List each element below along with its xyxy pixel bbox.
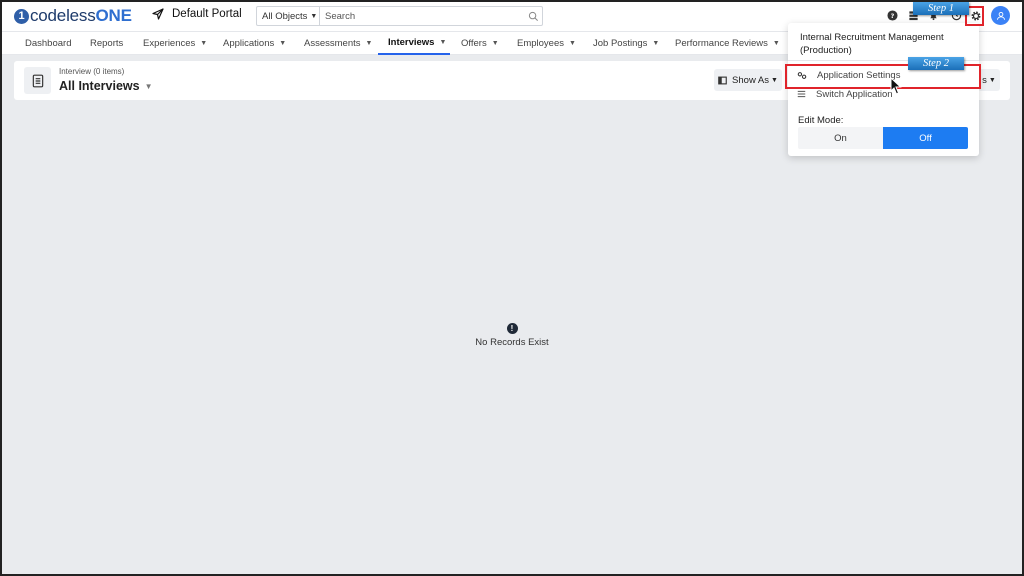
- chevron-down-icon: ▼: [439, 39, 447, 46]
- menu-lines-icon: [797, 90, 806, 98]
- chevron-down-icon: ▼: [279, 40, 287, 47]
- edit-mode-toggle: On Off: [798, 127, 968, 149]
- logo-text: codelessONE: [30, 6, 132, 25]
- chevron-down-icon: ▼: [652, 40, 660, 47]
- step1-label: Step 1: [913, 2, 969, 15]
- mouse-pointer-icon: [890, 77, 902, 95]
- step2-label: Step 2: [908, 57, 964, 70]
- list-view-icon: [24, 67, 51, 94]
- chevron-down-icon: ▼: [772, 40, 780, 47]
- search-icon[interactable]: [524, 11, 542, 22]
- view-title: All Interviews: [59, 79, 140, 93]
- search-scope-select[interactable]: All Objects ▼: [257, 7, 320, 25]
- nav-item-offers[interactable]: Offers ▼: [461, 32, 499, 55]
- paper-plane-icon: [152, 8, 164, 20]
- empty-state: ! No Records Exist: [412, 323, 612, 348]
- help-icon[interactable]: ?: [886, 9, 899, 22]
- chevron-down-icon: ▼: [491, 40, 499, 47]
- nav-item-job-postings[interactable]: Job Postings ▼: [593, 32, 659, 55]
- nav-item-applications[interactable]: Applications ▼: [223, 32, 286, 55]
- chevron-down-icon: ▼: [310, 12, 318, 20]
- nav-item-interviews[interactable]: Interviews ▼: [378, 32, 450, 55]
- nav-item-assessments[interactable]: Assessments ▼: [304, 32, 372, 55]
- edit-mode-label: Edit Mode:: [798, 115, 844, 126]
- settings-dropdown: Internal Recruitment Management (Product…: [788, 23, 979, 156]
- nav-item-performance-reviews[interactable]: Performance Reviews ▼: [675, 32, 780, 55]
- user-avatar[interactable]: [991, 6, 1010, 25]
- chevron-down-icon: ▼: [144, 81, 153, 91]
- actions-button[interactable]: s ▼: [978, 69, 1000, 91]
- chevron-down-icon: ▼: [200, 40, 208, 47]
- user-icon: [996, 11, 1005, 20]
- edit-mode-on-button[interactable]: On: [798, 127, 883, 149]
- chevron-down-icon: ▼: [988, 76, 996, 84]
- nav-item-reports[interactable]: Reports: [90, 32, 123, 55]
- empty-state-text: No Records Exist: [475, 337, 549, 348]
- info-icon: !: [506, 323, 518, 334]
- chevron-down-icon: ▼: [365, 40, 373, 47]
- columns-icon: [718, 76, 727, 84]
- portal-label: Default Portal: [172, 8, 242, 20]
- nav-item-experiences[interactable]: Experiences ▼: [143, 32, 207, 55]
- nav-item-employees[interactable]: Employees ▼: [517, 32, 576, 55]
- item-count-label: Interview (0 items): [59, 67, 125, 76]
- svg-text:?: ?: [891, 12, 895, 20]
- edit-mode-off-button[interactable]: Off: [883, 127, 968, 149]
- show-as-button[interactable]: Show As ▼: [714, 69, 782, 91]
- logo-mark: 1: [14, 8, 29, 24]
- chevron-down-icon: ▼: [569, 40, 576, 47]
- codelessone-logo[interactable]: 1 codelessONE: [14, 6, 132, 26]
- portal-switcher[interactable]: Default Portal: [152, 8, 242, 20]
- chevron-down-icon: ▼: [771, 76, 778, 84]
- nav-item-dashboard[interactable]: Dashboard: [25, 32, 71, 55]
- global-search: All Objects ▼: [256, 6, 543, 26]
- view-selector[interactable]: All Interviews ▼: [59, 79, 153, 93]
- application-name: Internal Recruitment Management (Product…: [800, 32, 944, 56]
- search-input[interactable]: [320, 10, 524, 22]
